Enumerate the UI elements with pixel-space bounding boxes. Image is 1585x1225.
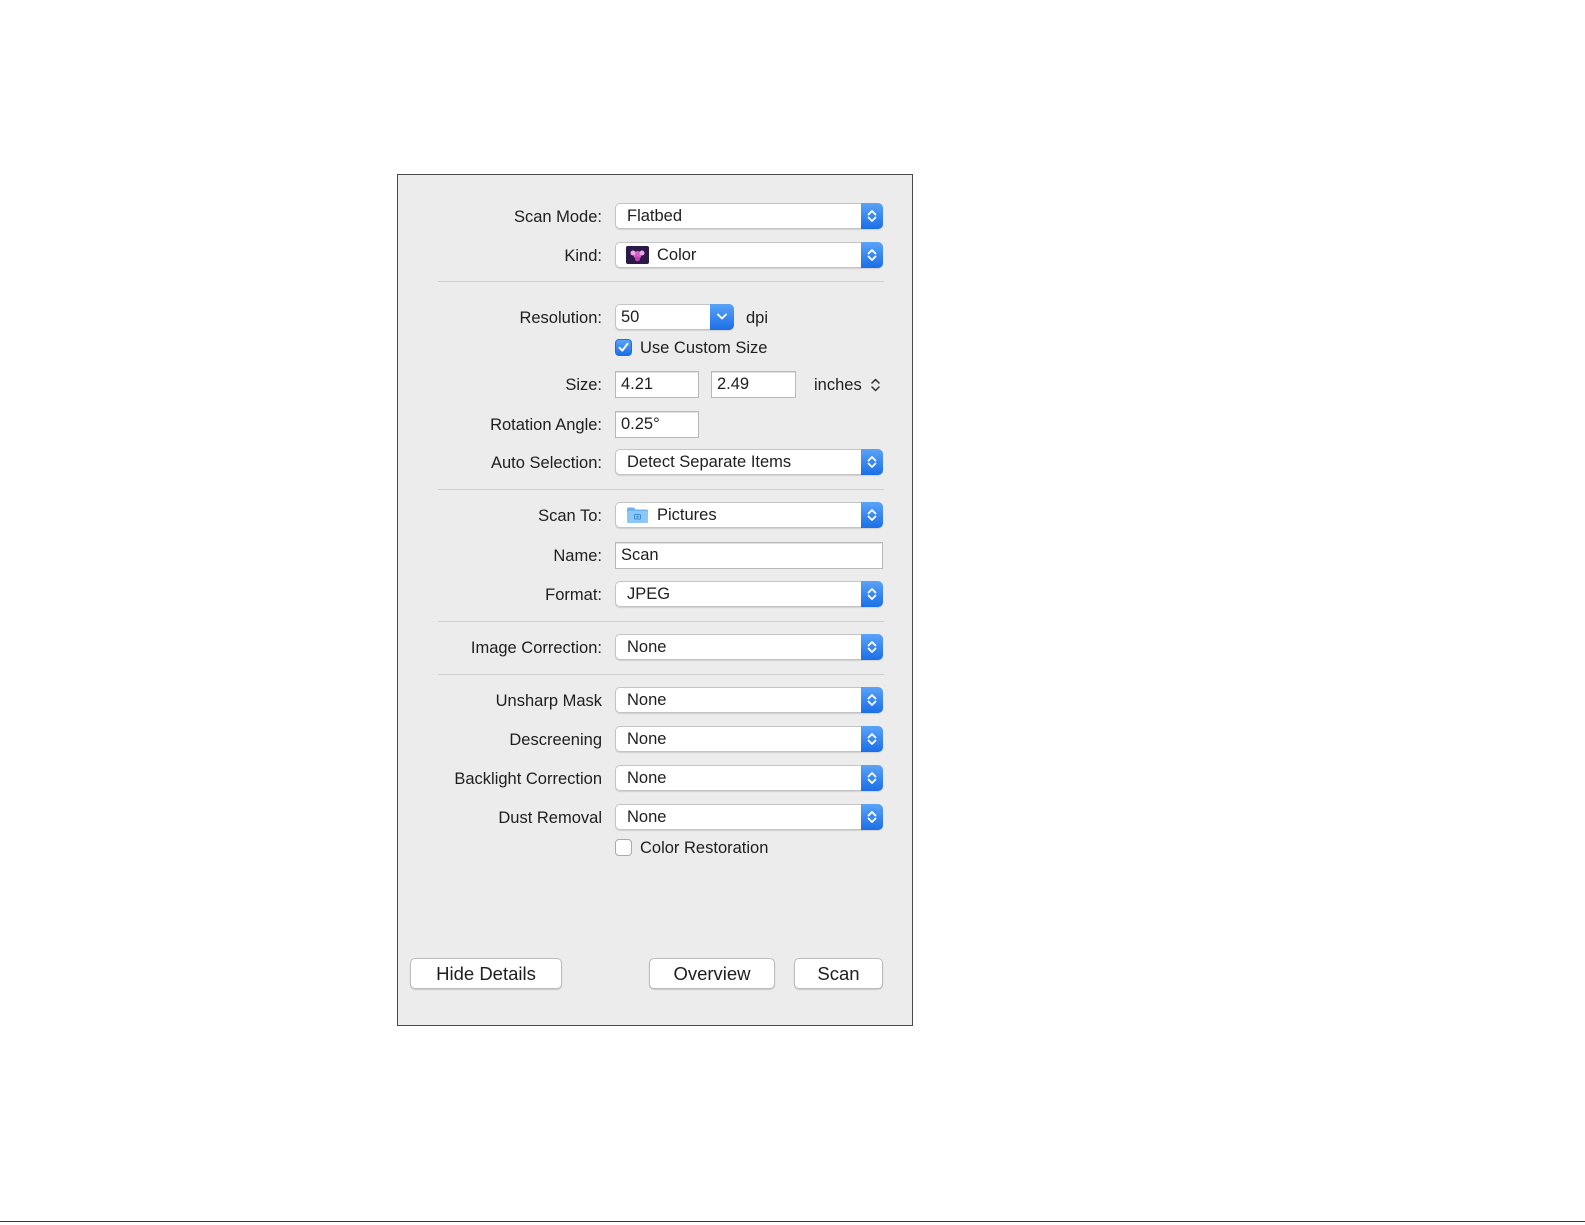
backlight-correction-row: Backlight Correction None [398, 765, 912, 793]
page-bottom-rule [0, 1221, 1585, 1222]
scan-mode-row: Scan Mode: Flatbed [398, 203, 912, 231]
scan-mode-value: Flatbed [627, 207, 683, 225]
backlight-correction-value: None [627, 769, 667, 787]
descreening-label: Descreening [509, 731, 602, 749]
folder-icon [626, 506, 649, 524]
unsharp-mask-popup[interactable]: None [615, 687, 883, 713]
auto-selection-value: Detect Separate Items [627, 453, 792, 471]
scan-to-popup[interactable]: Pictures [615, 502, 883, 528]
descreening-row: Descreening None [398, 726, 912, 754]
scan-settings-panel: Scan Mode: Flatbed Kind: Color Resolutio… [397, 174, 913, 1026]
size-label: Size: [565, 376, 602, 394]
use-custom-size-label: Use Custom Size [640, 339, 768, 357]
resolution-row: Resolution: 50 dpi [398, 304, 912, 332]
unsharp-mask-row: Unsharp Mask None [398, 687, 912, 715]
unsharp-mask-label: Unsharp Mask [495, 692, 602, 710]
up-down-arrows-icon [861, 242, 883, 268]
name-label: Name: [553, 547, 602, 565]
kind-popup[interactable]: Color [615, 242, 883, 268]
kind-value: Color [657, 246, 697, 264]
name-value: Scan [621, 546, 659, 564]
resolution-value: 50 [621, 308, 640, 326]
up-down-arrows-icon [861, 449, 883, 475]
up-down-arrows-icon [861, 687, 883, 713]
overview-button[interactable]: Overview [649, 958, 775, 989]
name-row: Name: Scan [398, 542, 912, 570]
scan-button[interactable]: Scan [794, 958, 883, 989]
up-down-arrows-icon [861, 502, 883, 528]
scan-mode-label: Scan Mode: [513, 208, 602, 226]
kind-row: Kind: Color [398, 242, 912, 270]
section-divider [438, 489, 884, 490]
size-height-value: 2.49 [717, 375, 750, 393]
scan-to-label: Scan To: [538, 507, 602, 525]
image-correction-value: None [627, 638, 667, 656]
format-label: Format: [545, 586, 602, 604]
size-unit[interactable]: inches [814, 371, 862, 399]
name-field[interactable]: Scan [615, 542, 883, 569]
checkbox-unchecked[interactable] [615, 839, 632, 856]
size-width-value: 4.21 [621, 375, 654, 393]
image-correction-label: Image Correction: [470, 639, 602, 657]
image-correction-row: Image Correction: None [398, 634, 912, 662]
dust-removal-value: None [627, 808, 667, 826]
rotation-angle-row: Rotation Angle: 0.25° [398, 411, 912, 439]
size-height-field[interactable]: 2.49 [711, 371, 796, 398]
scan-to-value: Pictures [657, 506, 717, 524]
format-row: Format: JPEG [398, 581, 912, 609]
scan-to-row: Scan To: Pictures [398, 502, 912, 530]
rotation-angle-label: Rotation Angle: [490, 416, 602, 434]
auto-selection-popup[interactable]: Detect Separate Items [615, 449, 883, 475]
checkbox-checked[interactable] [615, 339, 632, 356]
unsharp-mask-value: None [627, 691, 667, 709]
section-divider [438, 674, 884, 675]
descreening-popup[interactable]: None [615, 726, 883, 752]
format-popup[interactable]: JPEG [615, 581, 883, 607]
resolution-label: Resolution: [519, 309, 602, 327]
color-photo-icon [626, 246, 649, 264]
up-down-arrows-icon [861, 634, 883, 660]
chevron-down-icon[interactable] [710, 304, 734, 330]
size-row: Size: 4.21 2.49 inches [398, 371, 912, 399]
backlight-correction-popup[interactable]: None [615, 765, 883, 791]
format-value: JPEG [627, 585, 671, 603]
resolution-combobox[interactable]: 50 [615, 304, 734, 330]
hide-details-button[interactable]: Hide Details [410, 958, 562, 989]
color-restoration-label: Color Restoration [640, 839, 769, 857]
kind-label: Kind: [564, 247, 602, 265]
dust-removal-label: Dust Removal [498, 809, 602, 827]
up-down-arrows-icon [861, 765, 883, 791]
unit-stepper-icon[interactable] [870, 371, 881, 399]
up-down-arrows-icon [861, 804, 883, 830]
section-divider [438, 621, 884, 622]
dust-removal-row: Dust Removal None [398, 804, 912, 832]
auto-selection-row: Auto Selection: Detect Separate Items [398, 449, 912, 477]
rotation-angle-value: 0.25° [621, 415, 660, 433]
section-divider [438, 281, 884, 282]
up-down-arrows-icon [861, 203, 883, 229]
descreening-value: None [627, 730, 667, 748]
dust-removal-popup[interactable]: None [615, 804, 883, 830]
auto-selection-label: Auto Selection: [491, 454, 602, 472]
up-down-arrows-icon [861, 726, 883, 752]
up-down-arrows-icon [861, 581, 883, 607]
size-width-field[interactable]: 4.21 [615, 371, 699, 398]
backlight-correction-label: Backlight Correction [454, 770, 602, 788]
image-correction-popup[interactable]: None [615, 634, 883, 660]
resolution-unit: dpi [746, 309, 769, 327]
rotation-angle-field[interactable]: 0.25° [615, 411, 699, 438]
scan-mode-popup[interactable]: Flatbed [615, 203, 883, 229]
